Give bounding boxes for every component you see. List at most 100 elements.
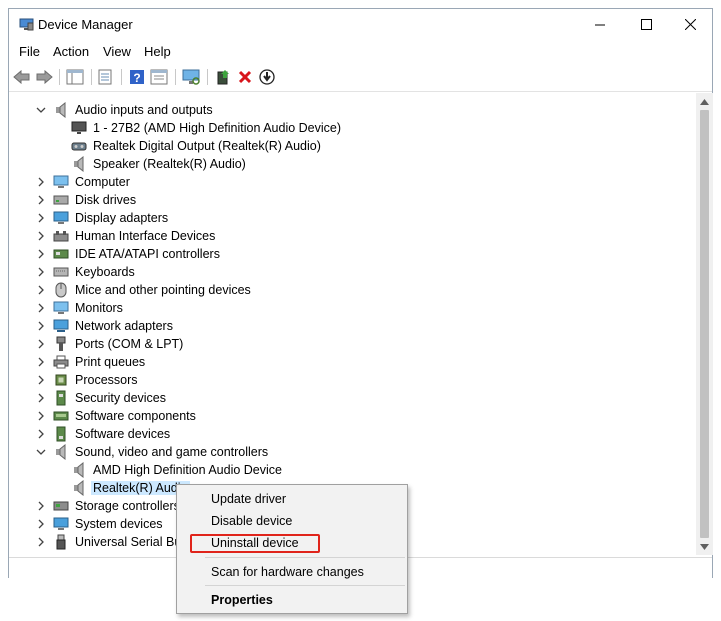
back-arrow-icon[interactable]	[12, 67, 32, 87]
uninstall-icon[interactable]	[235, 67, 255, 87]
toolbar-separator	[207, 69, 208, 85]
minimize-button[interactable]	[577, 9, 623, 39]
tree-node-audio-inputs-outputs[interactable]: Audio inputs and outputs	[35, 101, 215, 119]
digital-output-icon	[71, 138, 87, 154]
monitor-icon	[53, 300, 69, 316]
properties-icon[interactable]	[95, 67, 115, 87]
view-icon[interactable]	[149, 67, 169, 87]
disk-drive-icon	[53, 192, 69, 208]
menu-file[interactable]: File	[16, 43, 43, 60]
hid-icon	[53, 228, 69, 244]
vertical-scrollbar[interactable]	[696, 93, 713, 555]
monitor-scan-icon[interactable]	[181, 67, 201, 87]
maximize-button[interactable]	[623, 9, 669, 39]
chevron-right-icon[interactable]	[35, 194, 47, 206]
tree-node-display-adapters[interactable]: Display adapters	[35, 209, 170, 227]
chevron-down-icon[interactable]	[35, 446, 47, 458]
scrollbar-thumb[interactable]	[700, 110, 709, 538]
update-driver-icon[interactable]	[213, 67, 233, 87]
tree-node-ide-ata-atapi[interactable]: IDE ATA/ATAPI controllers	[35, 245, 222, 263]
chevron-right-icon[interactable]	[35, 500, 47, 512]
toolbar-separator	[59, 69, 60, 85]
chevron-right-icon[interactable]	[35, 374, 47, 386]
tree-node-print-queues[interactable]: Print queues	[35, 353, 147, 371]
tree-node-mice[interactable]: Mice and other pointing devices	[35, 281, 253, 299]
chevron-right-icon[interactable]	[35, 392, 47, 404]
tree-node-amd-hd-audio-monitor[interactable]: 1 - 27B2 (AMD High Definition Audio Devi…	[71, 119, 343, 137]
close-button[interactable]	[667, 9, 713, 39]
title-bar[interactable]: Device Manager	[9, 9, 712, 41]
chevron-right-icon[interactable]	[35, 428, 47, 440]
sound-controller-icon	[53, 444, 69, 460]
tree-label: System devices	[75, 517, 163, 531]
tree-node-storage-controllers[interactable]: Storage controllers	[35, 497, 182, 515]
tree-label: Mice and other pointing devices	[75, 283, 251, 297]
processor-icon	[53, 372, 69, 388]
tree-label: Universal Serial Bus	[75, 535, 188, 549]
chevron-down-icon[interactable]	[35, 104, 47, 116]
speaker-icon	[53, 102, 69, 118]
menu-item-scan-hardware[interactable]: Scan for hardware changes	[179, 561, 405, 583]
chevron-right-icon[interactable]	[35, 212, 47, 224]
chevron-right-icon[interactable]	[35, 338, 47, 350]
chevron-right-icon[interactable]	[35, 320, 47, 332]
menu-item-properties[interactable]: Properties	[179, 589, 405, 611]
menu-item-label: Properties	[211, 593, 273, 607]
tree-node-monitors[interactable]: Monitors	[35, 299, 125, 317]
tree-node-network-adapters[interactable]: Network adapters	[35, 317, 175, 335]
tree-node-software-devices[interactable]: Software devices	[35, 425, 172, 443]
chevron-right-icon[interactable]	[35, 410, 47, 422]
keyboard-icon	[53, 264, 69, 280]
menu-item-update-driver[interactable]: Update driver	[179, 488, 405, 510]
tree-node-sound-video-game[interactable]: Sound, video and game controllers	[35, 443, 270, 461]
uninstall-highlight-annotation	[190, 534, 320, 553]
chevron-right-icon[interactable]	[35, 302, 47, 314]
tree-node-processors[interactable]: Processors	[35, 371, 140, 389]
tree-node-hid[interactable]: Human Interface Devices	[35, 227, 217, 245]
chevron-right-icon[interactable]	[35, 230, 47, 242]
tree-label: Software devices	[75, 427, 171, 441]
network-adapter-icon	[53, 318, 69, 334]
menu-view[interactable]: View	[100, 43, 134, 60]
display-adapter-icon	[53, 210, 69, 226]
tree-node-computer[interactable]: Computer	[35, 173, 132, 191]
chevron-right-icon[interactable]	[35, 266, 47, 278]
tree-node-keyboards[interactable]: Keyboards	[35, 263, 137, 281]
tree-node-ports[interactable]: Ports (COM & LPT)	[35, 335, 185, 353]
tree-node-speaker-realtek[interactable]: Speaker (Realtek(R) Audio)	[71, 155, 248, 173]
menu-item-disable-device[interactable]: Disable device	[179, 510, 405, 532]
tree-node-software-components[interactable]: Software components	[35, 407, 198, 425]
tree-label: Computer	[75, 175, 130, 189]
tree-label: Audio inputs and outputs	[75, 103, 213, 117]
tree-node-usb[interactable]: Universal Serial Bus	[35, 533, 190, 551]
tree-label: Disk drives	[75, 193, 137, 207]
help-icon[interactable]: ?	[127, 67, 147, 87]
scroll-down-icon[interactable]	[696, 538, 713, 555]
tree-node-realtek-audio[interactable]: Realtek(R) Audio	[71, 479, 190, 497]
tree-node-amd-hd-audio-device[interactable]: AMD High Definition Audio Device	[71, 461, 284, 479]
menu-help[interactable]: Help	[141, 43, 174, 60]
forward-arrow-icon[interactable]	[34, 67, 54, 87]
chevron-right-icon[interactable]	[35, 248, 47, 260]
software-device-icon	[53, 426, 69, 442]
chevron-right-icon[interactable]	[35, 518, 47, 530]
tree-node-system-devices[interactable]: System devices	[35, 515, 165, 533]
menu-separator	[205, 585, 405, 586]
chevron-right-icon[interactable]	[35, 284, 47, 296]
tree-label: Software components	[75, 409, 196, 423]
tree-node-realtek-digital-output[interactable]: Realtek Digital Output (Realtek(R) Audio…	[71, 137, 323, 155]
show-hide-console-tree-icon[interactable]	[65, 67, 85, 87]
tree-node-disk-drives[interactable]: Disk drives	[35, 191, 138, 209]
mouse-icon	[53, 282, 69, 298]
tree-label: Ports (COM & LPT)	[75, 337, 184, 351]
scroll-up-icon[interactable]	[696, 93, 713, 110]
chevron-right-icon[interactable]	[35, 356, 47, 368]
chevron-right-icon[interactable]	[35, 176, 47, 188]
tree-label: Display adapters	[75, 211, 169, 225]
tree-node-security-devices[interactable]: Security devices	[35, 389, 168, 407]
speaker-icon	[71, 462, 87, 478]
storage-controller-icon	[53, 498, 69, 514]
menu-action[interactable]: Action	[50, 43, 92, 60]
chevron-right-icon[interactable]	[35, 536, 47, 548]
disable-icon[interactable]	[257, 67, 277, 87]
